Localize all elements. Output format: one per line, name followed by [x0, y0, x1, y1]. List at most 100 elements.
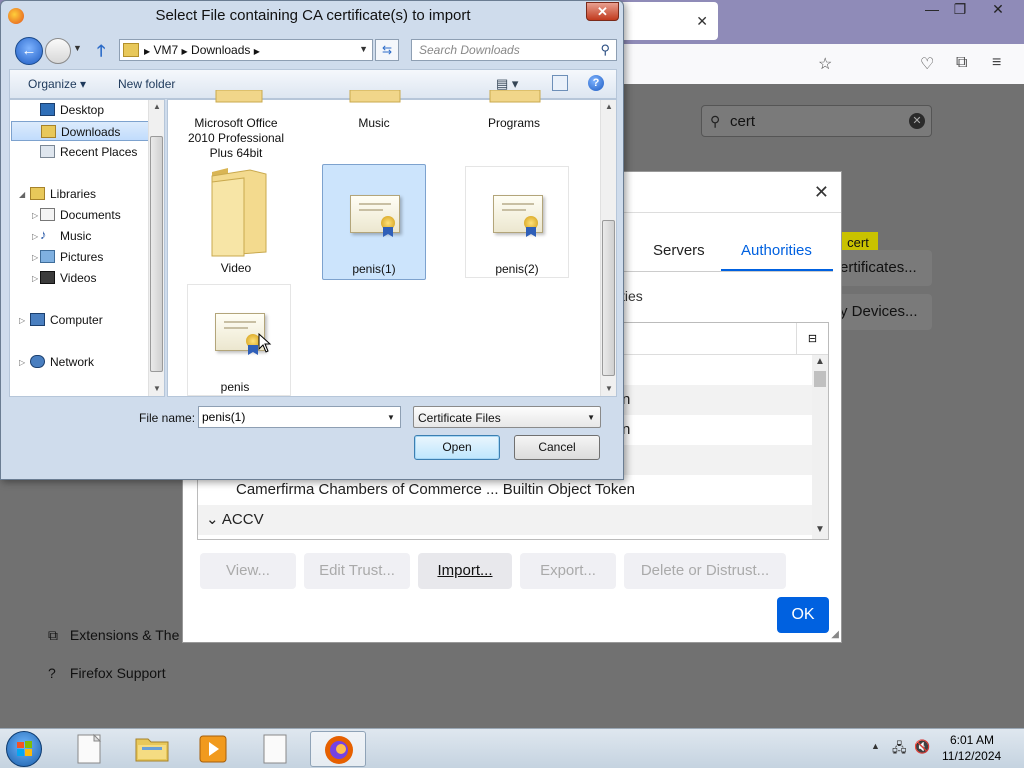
cancel-button[interactable]: Cancel	[514, 435, 600, 460]
table-row[interactable]: ⌄ ACCV	[198, 505, 812, 535]
certificate-file-penis2[interactable]: penis(2)	[465, 166, 569, 278]
folder-item[interactable]: Microsoft Office 2010 Professional Plus …	[184, 90, 288, 160]
chevron-right-icon[interactable]: ▶	[144, 47, 150, 56]
sidebar-item-label: Libraries	[50, 187, 97, 201]
documents-icon	[40, 208, 55, 221]
preview-pane-icon[interactable]	[552, 75, 568, 91]
taskbar-firefox-icon[interactable]	[310, 731, 366, 767]
scroll-up-icon[interactable]: ▲	[605, 102, 613, 111]
scroll-down-icon[interactable]: ▼	[605, 384, 613, 393]
address-bar[interactable]: ▶ VM7 ▶ Downloads ▶ ▼	[119, 39, 373, 61]
sidebar-item-network[interactable]: Network	[10, 352, 150, 372]
menu-icon[interactable]: ≡	[992, 54, 1001, 72]
chevron-right-icon[interactable]: ▶	[254, 47, 260, 56]
scrollbar-thumb[interactable]	[814, 371, 826, 387]
network-icon	[30, 355, 45, 368]
certificate-icon	[493, 195, 543, 237]
pictures-icon	[40, 250, 55, 263]
scroll-up-icon[interactable]: ▲	[153, 102, 161, 111]
scrollbar-thumb[interactable]	[150, 136, 163, 372]
sidebar-item-downloads[interactable]: Downloads	[11, 121, 151, 141]
recent-locations-chevron-icon[interactable]: ▼	[73, 43, 82, 53]
show-hidden-icons-icon[interactable]: ▲	[871, 741, 880, 751]
folder-item-video[interactable]: Video	[184, 164, 288, 276]
sidebar-item-computer[interactable]: Computer	[10, 310, 150, 330]
open-button[interactable]: Open	[414, 435, 500, 460]
breadcrumb-downloads[interactable]: Downloads	[191, 43, 250, 57]
libraries-icon	[30, 187, 45, 200]
nav-scrollbar[interactable]: ▲ ▼	[148, 100, 164, 396]
chevron-right-icon[interactable]: ▶	[182, 47, 188, 56]
taskbar-document-icon[interactable]	[62, 731, 118, 767]
back-button[interactable]: ←	[15, 37, 43, 65]
folder-item[interactable]: Music	[322, 90, 426, 132]
organize-button[interactable]: Organize ▾	[28, 77, 86, 91]
close-icon[interactable]: ✕	[814, 182, 829, 203]
close-button[interactable]: ✕	[586, 2, 619, 21]
new-folder-button[interactable]: New folder	[118, 77, 175, 91]
scroll-up-icon[interactable]: ▲	[815, 356, 825, 367]
breadcrumb-vm7[interactable]: VM7	[154, 43, 179, 57]
tab-authorities[interactable]: Authorities	[741, 242, 812, 259]
sidebar-item-documents[interactable]: Documents	[10, 205, 150, 225]
clock-date[interactable]: 11/12/2024	[942, 749, 1001, 763]
certificate-file-penis1[interactable]: penis(1)	[322, 164, 426, 280]
sidebar-item-music[interactable]: ♪ Music	[10, 226, 150, 246]
maximize-button[interactable]: ❐	[942, 0, 978, 18]
close-window-button[interactable]: ✕	[980, 0, 1016, 18]
network-tray-icon[interactable]: 🖧	[892, 739, 907, 761]
edit-trust-button[interactable]: Edit Trust...	[304, 553, 410, 589]
folder-item[interactable]: Programs	[462, 90, 566, 132]
refresh-button[interactable]: ⇆	[375, 39, 399, 61]
address-dropdown-icon[interactable]: ▼	[359, 44, 368, 54]
sidebar-item-desktop[interactable]: Desktop	[10, 100, 150, 120]
file-name-input[interactable]	[198, 406, 401, 428]
certificate-file-penis[interactable]: penis	[187, 284, 291, 396]
ok-button[interactable]: OK	[777, 597, 829, 633]
taskbar-blank-document-icon[interactable]	[248, 731, 304, 767]
taskbar-explorer-icon[interactable]	[124, 731, 180, 767]
sidebar-item-videos[interactable]: Videos	[10, 268, 150, 288]
resize-grip-icon[interactable]: ◢	[831, 629, 839, 640]
sidebar-item-libraries[interactable]: Libraries	[10, 184, 150, 204]
search-value: cert	[730, 113, 756, 130]
column-picker-icon[interactable]: ⊟	[796, 323, 828, 355]
tab-servers[interactable]: Servers	[653, 242, 705, 259]
file-list-scrollbar[interactable]: ▲ ▼	[600, 100, 616, 396]
sidebar-item-extensions[interactable]: ⧉ Extensions & The	[48, 627, 179, 644]
clock-time[interactable]: 6:01 AM	[950, 733, 994, 747]
import-button[interactable]: Import...	[418, 553, 512, 589]
pocket-icon[interactable]: ♡	[920, 54, 934, 74]
table-scrollbar[interactable]: ▲ ▼	[812, 355, 828, 539]
file-name: Video	[220, 261, 252, 275]
taskbar-media-player-icon[interactable]	[186, 731, 242, 767]
up-arrow-icon[interactable]: 🡑	[97, 40, 105, 67]
desktop-icon	[40, 103, 55, 116]
clear-search-icon[interactable]: ✕	[909, 113, 925, 129]
bookmark-star-icon[interactable]: ☆	[818, 54, 832, 74]
start-button[interactable]	[6, 731, 42, 767]
tab-close-icon[interactable]: ✕	[696, 13, 708, 30]
scrollbar-thumb[interactable]	[602, 220, 615, 376]
sidebar-item-support[interactable]: ? Firefox Support	[48, 665, 166, 681]
forward-button[interactable]	[45, 38, 71, 64]
delete-distrust-button[interactable]: Delete or Distrust...	[624, 553, 786, 589]
file-name-dropdown-icon[interactable]: ▼	[387, 413, 395, 422]
extensions-icon[interactable]: ⧉	[956, 54, 967, 72]
settings-search-input[interactable]: ⚲ cert ✕	[701, 105, 932, 137]
export-button[interactable]: Export...	[520, 553, 616, 589]
sidebar-item-recent-places[interactable]: Recent Places	[10, 142, 150, 162]
view-certificates-button[interactable]: ertificates...	[836, 250, 932, 286]
sidebar-item-pictures[interactable]: Pictures	[10, 247, 150, 267]
sidebar-item-label: Desktop	[60, 103, 105, 117]
file-type-select[interactable]: Certificate Files ▼	[413, 406, 601, 428]
scroll-down-icon[interactable]: ▼	[815, 524, 825, 535]
open-file-dialog: Select File containing CA certificate(s)…	[0, 0, 624, 480]
security-devices-button[interactable]: y Devices...	[836, 294, 932, 330]
search-input[interactable]: Search Downloads ⚲	[411, 39, 617, 61]
help-icon[interactable]: ?	[588, 75, 604, 91]
volume-muted-icon[interactable]: 🔇	[914, 739, 930, 755]
file-list: Microsoft Office 2010 Professional Plus …	[167, 90, 617, 397]
view-button[interactable]: View...	[200, 553, 296, 589]
scroll-down-icon[interactable]: ▼	[153, 384, 161, 393]
